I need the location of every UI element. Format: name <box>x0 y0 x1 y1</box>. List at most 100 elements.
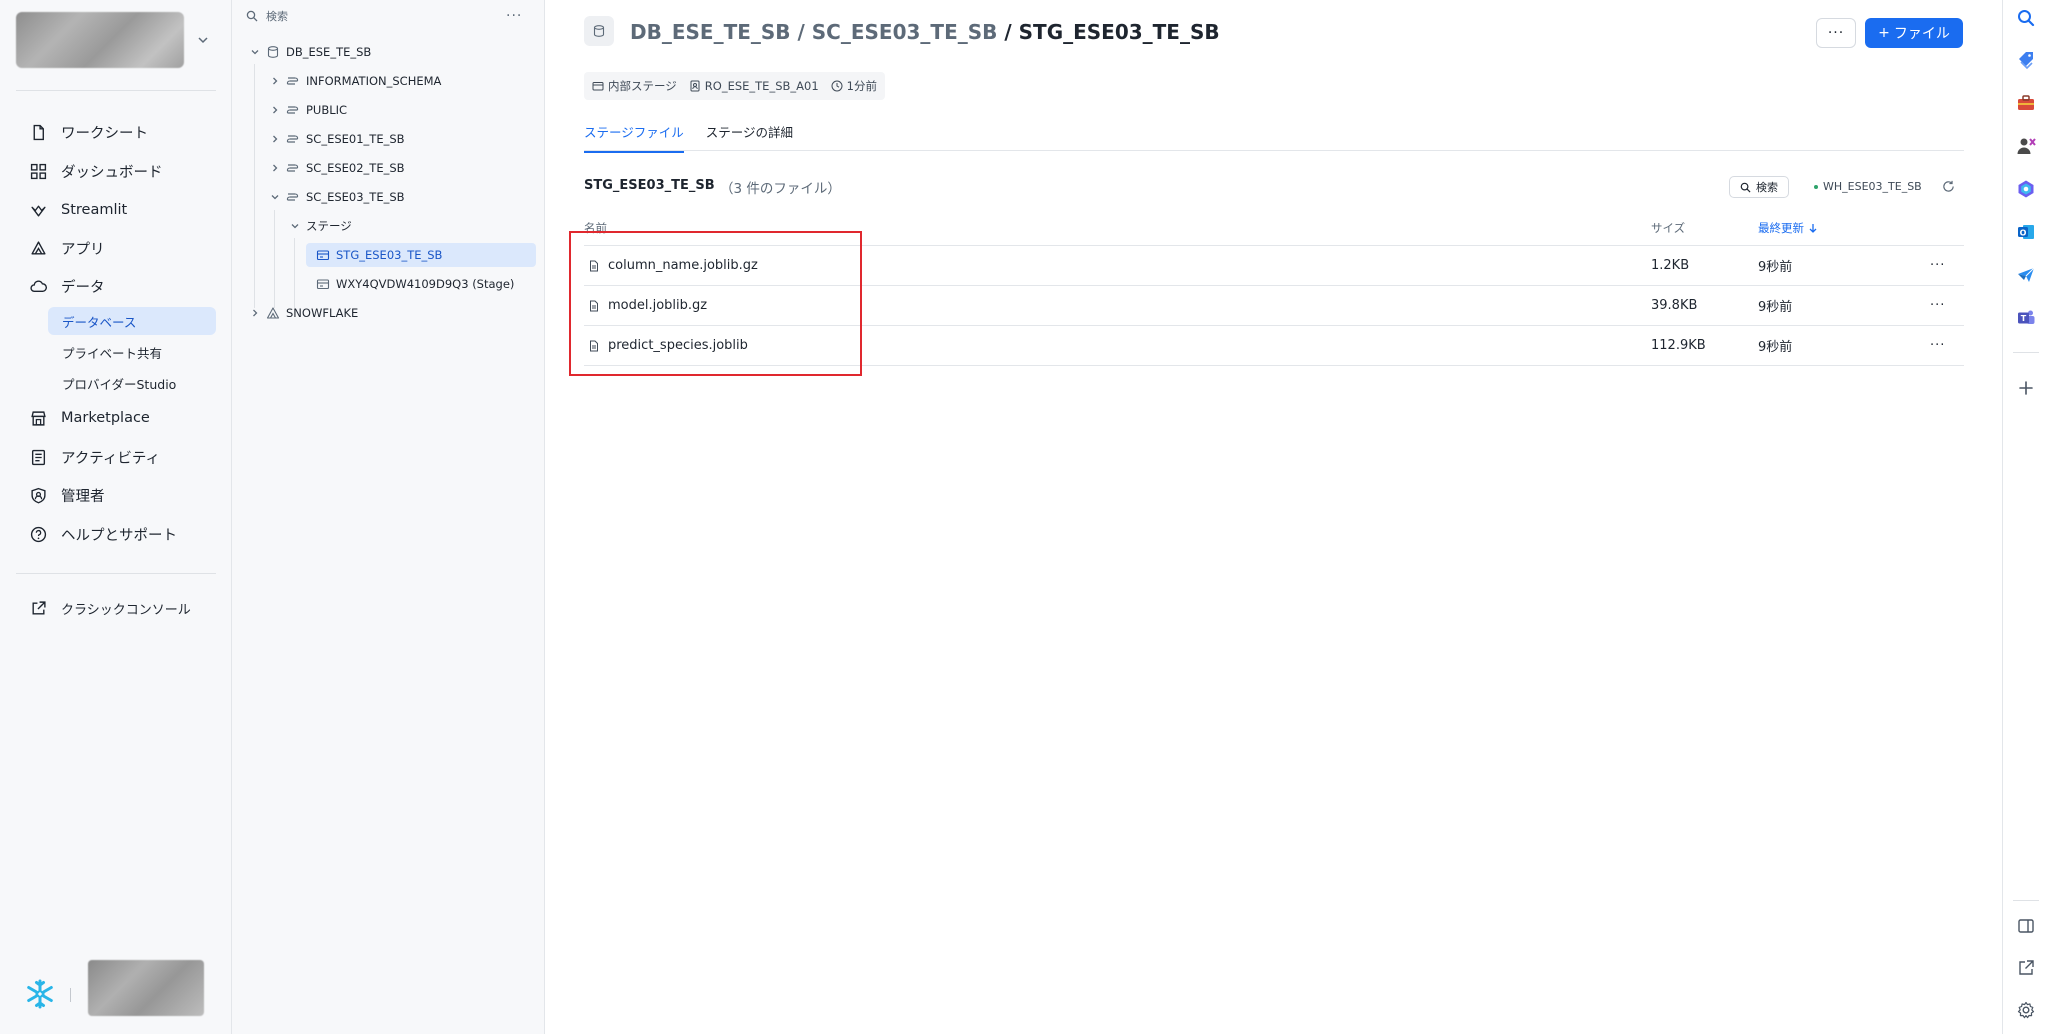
nav-item-label: データ <box>61 279 105 296</box>
title-database-icon-box <box>584 16 614 46</box>
user-menu[interactable] <box>88 960 204 1016</box>
tree-more-button[interactable]: ··· <box>506 8 522 24</box>
column-header-size[interactable]: サイズ <box>1651 220 1685 236</box>
copilot-icon[interactable] <box>2016 179 2036 199</box>
database-icon <box>593 25 605 37</box>
nav-item-activity[interactable]: アクティビティ <box>30 443 160 471</box>
teams-icon[interactable]: T <box>2016 308 2036 328</box>
plus-icon: + <box>1878 25 1890 41</box>
tree-item-label: SC_ESE01_TE_SB <box>306 132 405 146</box>
search-icon[interactable] <box>2016 8 2036 28</box>
nav-item-label: Marketplace <box>61 410 150 426</box>
add-file-button-label: ファイル <box>1893 26 1950 42</box>
row-more-button[interactable]: ··· <box>1930 246 1945 285</box>
more-actions-button[interactable]: ··· <box>1816 18 1856 48</box>
stage-tabs: ステージファイル ステージの詳細 <box>584 122 793 153</box>
outlook-icon[interactable]: O <box>2016 222 2036 242</box>
side-panel-icon[interactable] <box>2016 916 2036 936</box>
chevron-down-icon[interactable] <box>196 33 210 47</box>
external-link-icon <box>32 600 46 615</box>
breadcrumb-schema[interactable]: SC_ESE03_TE_SB <box>812 20 998 44</box>
tree-item-database[interactable]: DB_ESE_TE_SB <box>250 40 371 64</box>
page-title-breadcrumb: DB_ESE_TE_SB / SC_ESE03_TE_SB / STG_ESE0… <box>630 20 1220 44</box>
tree-item-schema[interactable]: SC_ESE02_TE_SB <box>270 156 405 180</box>
column-header-updated-label: 最終更新 <box>1758 221 1804 235</box>
nav-sub-databases[interactable]: データベース <box>48 307 216 335</box>
nav-item-admin[interactable]: 管理者 <box>30 481 105 509</box>
tree-item-schema[interactable]: PUBLIC <box>270 98 347 122</box>
meta-stage-type-label: 内部ステージ <box>608 79 677 93</box>
snowflake-logo-icon[interactable] <box>24 978 56 1010</box>
nav-item-label: 管理者 <box>61 488 105 505</box>
tree-item-label: SC_ESE02_TE_SB <box>306 161 405 175</box>
chevron-down-icon <box>251 50 259 55</box>
tree-item-stage-active[interactable]: STG_ESE03_TE_SB <box>306 243 536 267</box>
tree-item-schema[interactable]: SC_ESE01_TE_SB <box>270 127 405 151</box>
nav-item-label: クラシックコンソール <box>61 602 191 618</box>
file-search-button[interactable]: 検索 <box>1729 176 1789 198</box>
tab-stage-files[interactable]: ステージファイル <box>584 122 684 153</box>
nav-item-label: アプリ <box>61 241 105 258</box>
tree-guide <box>254 64 255 308</box>
row-more-button[interactable]: ··· <box>1930 326 1945 365</box>
breadcrumb-database[interactable]: DB_ESE_TE_SB <box>630 20 791 44</box>
marketplace-icon <box>31 410 46 426</box>
nav-sub-provider-studio[interactable]: プロバイダーStudio <box>48 369 216 397</box>
tree-item-stages-folder[interactable]: ステージ <box>290 214 352 238</box>
toolbox-icon[interactable] <box>2016 93 2036 113</box>
tag-icon[interactable] <box>2016 50 2036 70</box>
meta-updated-label: 1分前 <box>846 79 877 93</box>
nav-item-worksheets[interactable]: ワークシート <box>30 118 148 146</box>
footer-separator <box>70 988 71 1002</box>
nav-item-streamlit[interactable]: Streamlit <box>30 196 127 224</box>
tree-item-label: ステージ <box>306 219 352 233</box>
file-size: 112.9KB <box>1651 338 1706 353</box>
nav-sub-private-sharing[interactable]: プライベート共有 <box>48 338 216 366</box>
nav-item-marketplace[interactable]: Marketplace <box>30 404 150 432</box>
people-icon[interactable] <box>2016 136 2036 156</box>
tree-item-schema-expanded[interactable]: SC_ESE03_TE_SB <box>270 185 405 209</box>
nav-item-label: ワークシート <box>61 125 148 142</box>
account-switcher[interactable] <box>16 12 184 68</box>
tab-stage-details[interactable]: ステージの詳細 <box>706 122 793 153</box>
add-file-button[interactable]: + ファイル <box>1865 18 1963 48</box>
schema-icon <box>286 135 299 143</box>
add-icon[interactable] <box>2016 378 2036 398</box>
nav-item-data[interactable]: データ <box>30 272 105 300</box>
tree-item-label: INFORMATION_SCHEMA <box>306 74 442 88</box>
apps-icon <box>31 240 46 255</box>
nav-item-apps[interactable]: アプリ <box>30 234 105 262</box>
svg-text:T: T <box>2021 314 2027 323</box>
tree-item-database[interactable]: SNOWFLAKE <box>250 301 358 325</box>
chevron-down-icon <box>271 195 279 200</box>
database-icon <box>267 46 279 58</box>
left-navigation: ワークシート ダッシュボード Streamlit アプリ データ データベース … <box>0 0 232 1034</box>
breadcrumb-separator: / <box>1004 20 1012 44</box>
role-icon <box>690 80 700 92</box>
nav-item-classic-console[interactable]: クラシックコンソール <box>30 594 191 622</box>
stage-icon <box>316 279 330 290</box>
external-link-icon[interactable] <box>2016 958 2036 978</box>
nav-item-dashboards[interactable]: ダッシュボード <box>30 157 163 185</box>
refresh-icon[interactable] <box>1942 180 1955 193</box>
column-header-updated[interactable]: 最終更新 <box>1758 220 1818 236</box>
right-sidebar: O T <box>2002 0 2048 1034</box>
chevron-right-icon <box>273 135 278 143</box>
stage-meta-bar: 内部ステージ RO_ESE_TE_SB_A01 1分前 <box>584 72 885 100</box>
nav-item-help[interactable]: ヘルプとサポート <box>30 520 177 548</box>
meta-owner-label: RO_ESE_TE_SB_A01 <box>704 79 819 93</box>
tree-item-label: DB_ESE_TE_SB <box>286 45 372 59</box>
tree-search[interactable]: 検索 <box>246 8 288 24</box>
tree-item-stage[interactable]: WXY4QVDW4109D9Q3 (Stage) <box>316 272 514 296</box>
settings-gear-icon[interactable] <box>2016 1000 2036 1020</box>
warehouse-selector[interactable]: WH_ESE03_TE_SB <box>1814 180 1922 193</box>
tree-item-schema[interactable]: INFORMATION_SCHEMA <box>270 69 441 93</box>
row-more-button[interactable]: ··· <box>1930 286 1945 325</box>
data-icon <box>30 279 47 292</box>
stage-name: STG_ESE03_TE_SB <box>584 178 715 193</box>
file-updated: 9秒前 <box>1758 300 1793 315</box>
file-search-label: 検索 <box>1756 181 1778 194</box>
send-icon[interactable] <box>2016 265 2036 285</box>
dashboard-icon <box>30 163 47 179</box>
chevron-right-icon <box>273 106 278 114</box>
